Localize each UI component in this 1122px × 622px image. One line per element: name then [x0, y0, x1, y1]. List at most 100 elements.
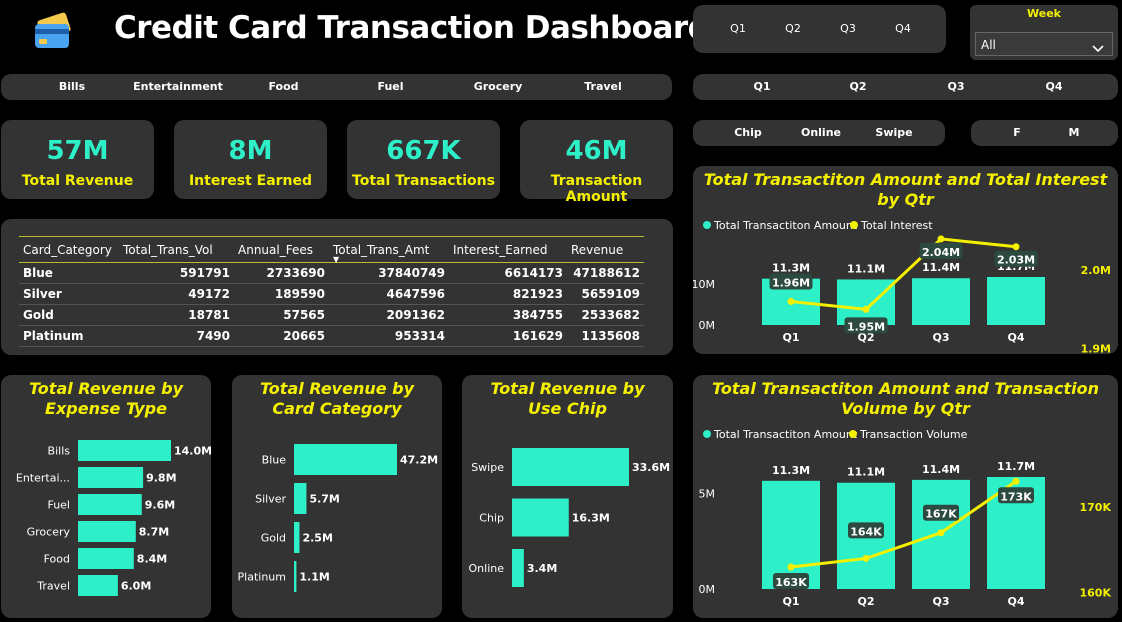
line-point	[937, 529, 945, 537]
y-tick-label: 0M	[699, 583, 716, 596]
table-row[interactable]: Silver 49172 189590 4647596 821923 56591…	[19, 283, 644, 305]
quarter-option-q4[interactable]: Q4	[890, 22, 916, 35]
gender-option-f[interactable]: F	[1009, 126, 1025, 139]
bar	[294, 522, 300, 553]
bar-data-label: 11.7M	[997, 460, 1035, 473]
chip-option-swipe[interactable]: Swipe	[873, 126, 915, 139]
table-cell: 20665	[234, 325, 329, 347]
column-header[interactable]: Interest_Earned	[449, 236, 567, 263]
page-title: Credit Card Transaction Dashboard	[114, 10, 710, 46]
data-label: 16.3M	[572, 512, 610, 525]
data-label: 33.6M	[632, 461, 670, 474]
table-header-row: Card_Category Total_Trans_Vol Annual_Fee…	[19, 236, 644, 264]
data-label: 6.0M	[121, 580, 151, 593]
legend-marker	[703, 430, 711, 438]
expense-option-fuel[interactable]: Fuel	[363, 80, 418, 93]
expense-option-travel[interactable]: Travel	[573, 80, 633, 93]
bar	[78, 521, 136, 542]
column-header[interactable]: Annual_Fees	[234, 236, 329, 263]
quarter2-option-q2[interactable]: Q2	[843, 80, 873, 93]
y2-tick-label: 1.9M	[1081, 342, 1111, 354]
legend-label: Total Transactiton Amount	[713, 219, 858, 232]
category-label: Chip	[479, 512, 504, 525]
kpi-label: Total Transactions	[352, 173, 495, 189]
line-series	[790, 480, 1017, 569]
x-tick-label: Q4	[1007, 331, 1024, 344]
y-tick-label: 10M	[693, 375, 715, 378]
category-label: Gold	[261, 532, 286, 545]
bar	[294, 561, 297, 592]
data-label: 8.7M	[139, 526, 169, 539]
line-point	[1012, 243, 1020, 251]
category-label: Blue	[262, 454, 287, 467]
table-cell: 57565	[234, 304, 329, 326]
chart-amount-interest-panel: Total Transactiton Amount and Total Inte…	[693, 166, 1118, 354]
table-cell: 49172	[119, 283, 234, 305]
table-cell: 2533682	[567, 304, 644, 326]
kpi-value: 57M	[46, 136, 109, 166]
line-data-label: 2.04M	[922, 246, 960, 259]
table-cell: 821923	[449, 283, 567, 305]
gender-option-m[interactable]: M	[1066, 126, 1082, 139]
line-point	[787, 563, 795, 571]
table-row[interactable]: Blue 591791 2733690 37840749 6614173 471…	[19, 262, 644, 284]
expense-option-entertainment[interactable]: Entertainment	[123, 80, 233, 93]
y-tick-label: 5M	[699, 487, 716, 500]
line-series	[790, 237, 1017, 311]
quarter-option-q3[interactable]: Q3	[835, 22, 861, 35]
column-header-sorted[interactable]: Total_Trans_Amt ▼	[329, 236, 449, 264]
column-header[interactable]: Card_Category	[19, 236, 119, 263]
quarter-option-q2[interactable]: Q2	[780, 22, 806, 35]
bar	[512, 498, 569, 537]
quarter2-option-q4[interactable]: Q4	[1039, 80, 1069, 93]
chart-revenue-card: Blue 47.2M Silver 5.7M Gold 2.5M Platinum 1.1M	[238, 444, 438, 592]
bar-data-label: 11.4M	[922, 463, 960, 476]
line-point	[1012, 477, 1020, 485]
kpi-value: 8M	[228, 136, 273, 166]
expense-option-grocery[interactable]: Grocery	[463, 80, 533, 93]
column-header[interactable]: Revenue	[567, 236, 644, 263]
table-row[interactable]: Platinum 7490 20665 953314 161629 113560…	[19, 325, 644, 347]
table-cell: 18781	[119, 304, 234, 326]
chart-revenue-expense: Bills 14.0M Entertai... 9.8M Fuel 9.6M Grocery…	[16, 440, 211, 596]
chip-option-chip[interactable]: Chip	[728, 126, 768, 139]
x-tick-label: Q3	[932, 595, 949, 608]
quarter2-option-q3[interactable]: Q3	[941, 80, 971, 93]
kpi-label: Total Revenue	[21, 173, 134, 189]
column-header-label: Total_Trans_Amt	[333, 242, 430, 257]
data-label: 3.4M	[527, 562, 557, 575]
data-label: 9.6M	[145, 499, 175, 512]
line-point	[937, 235, 945, 243]
quarter-option-q1[interactable]: Q1	[725, 22, 751, 35]
chip-option-online[interactable]: Online	[797, 126, 845, 139]
week-dropdown[interactable]: All	[975, 32, 1113, 56]
bar	[78, 467, 144, 488]
column-header[interactable]: Total_Trans_Vol	[119, 236, 234, 263]
kpi-value: 46M	[565, 136, 628, 166]
expense-option-bills[interactable]: Bills	[37, 80, 107, 93]
table-cell: 953314	[329, 325, 449, 347]
bar	[78, 548, 134, 569]
category-label: Travel	[36, 580, 70, 593]
kpi-card-total-revenue: 57M Total Revenue	[1, 120, 154, 199]
chevron-down-icon	[1092, 39, 1104, 58]
kpi-label: Interest Earned	[188, 173, 313, 189]
table-row[interactable]: Gold 18781 57565 2091362 384755 2533682	[19, 304, 644, 326]
expense-option-food[interactable]: Food	[256, 80, 311, 93]
kpi-label: Transaction Amount	[550, 173, 643, 205]
bar-data-label: 11.1M	[847, 262, 885, 275]
table-cell: 2091362	[329, 304, 449, 326]
bar	[78, 440, 171, 461]
bar-data-label: 11.3M	[772, 464, 810, 477]
card-category-table: Card_Category Total_Trans_Vol Annual_Fee…	[19, 236, 644, 347]
y2-tick-label: 170K	[1080, 501, 1112, 514]
quarter2-option-q1[interactable]: Q1	[747, 80, 777, 93]
category-label: Grocery	[27, 526, 71, 539]
table-cell: 6614173	[449, 262, 567, 284]
bar	[912, 278, 970, 325]
table-cell: 1135608	[567, 325, 644, 347]
data-label: 47.2M	[400, 454, 438, 467]
table-cell: 4647596	[329, 283, 449, 305]
table-cell: 189590	[234, 283, 329, 305]
bar	[294, 444, 397, 475]
